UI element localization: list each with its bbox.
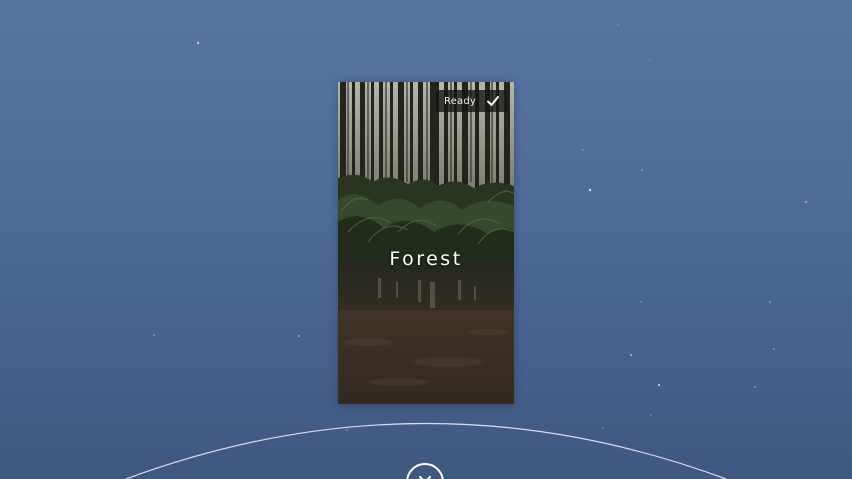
star — [588, 188, 592, 192]
forest-thumbnail — [338, 82, 514, 404]
star — [769, 301, 771, 303]
star — [346, 429, 348, 431]
star — [805, 201, 807, 203]
checkmark-icon — [487, 96, 499, 106]
star — [650, 414, 652, 416]
star — [298, 335, 300, 337]
star — [641, 169, 643, 171]
star — [630, 354, 632, 356]
star — [640, 301, 642, 303]
environment-card-forest[interactable]: Ready Forest — [338, 82, 514, 404]
star — [153, 334, 155, 336]
star — [582, 149, 584, 151]
star — [773, 348, 775, 350]
close-icon — [419, 476, 431, 479]
star — [754, 386, 756, 388]
ready-status-badge: Ready — [435, 90, 508, 112]
ready-status-label: Ready — [443, 95, 476, 107]
star — [197, 42, 199, 44]
environment-title: Forest — [389, 248, 463, 270]
star — [617, 24, 619, 26]
star — [658, 384, 660, 386]
star — [649, 59, 651, 61]
star — [602, 427, 604, 429]
